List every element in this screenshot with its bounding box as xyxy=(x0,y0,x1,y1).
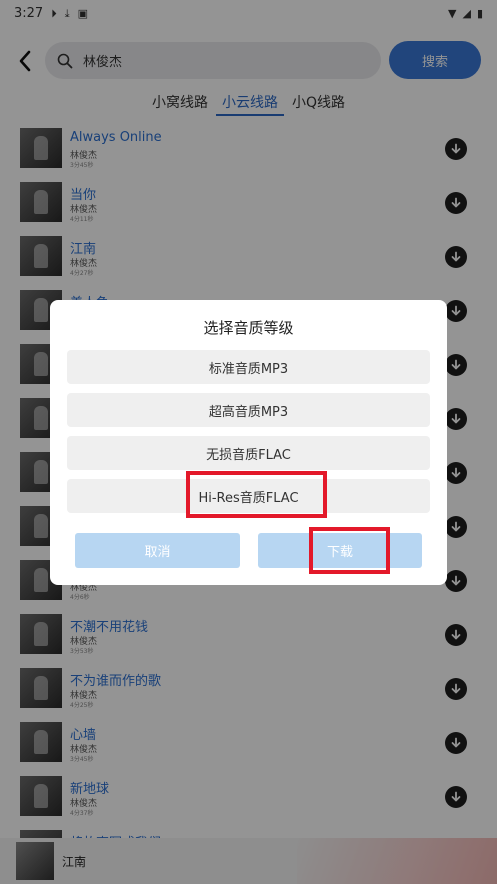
quality-option-standard-mp3[interactable]: 标准音质MP3 xyxy=(67,350,430,384)
highlight-box-hires-option xyxy=(186,471,327,518)
quality-option-high-mp3[interactable]: 超高音质MP3 xyxy=(67,393,430,427)
quality-option-lossless-flac[interactable]: 无损音质FLAC xyxy=(67,436,430,470)
dialog-title: 选择音质等级 xyxy=(203,319,294,337)
cancel-button[interactable]: 取消 xyxy=(75,533,240,568)
highlight-box-download-button xyxy=(309,527,390,574)
